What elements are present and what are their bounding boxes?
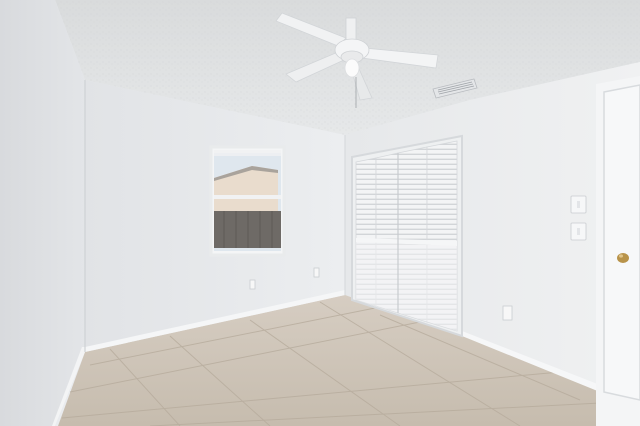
- outlet-back: [313, 267, 320, 278]
- outlet-right: [502, 305, 513, 321]
- entry-door: [596, 76, 640, 426]
- closet-bifold-doors: [351, 134, 463, 338]
- bedroom-photo: [0, 0, 640, 426]
- window: [209, 145, 286, 257]
- left-wall: [0, 0, 85, 426]
- doorknob: [617, 253, 629, 263]
- outlet-back-low: [249, 279, 256, 290]
- room-illustration: [0, 0, 640, 426]
